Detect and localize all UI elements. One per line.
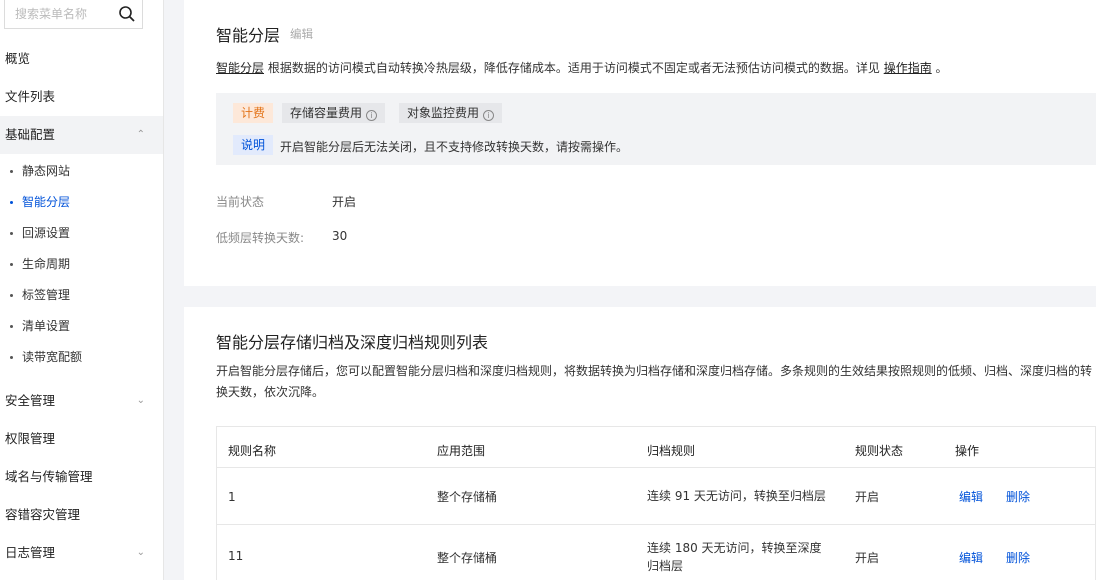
monitor-fee-tag[interactable]: 对象监控费用 i (399, 103, 503, 123)
rule-name: 11 (228, 549, 244, 563)
delete-rule-button[interactable]: 删除 (1006, 488, 1030, 505)
desc-end: 。 (935, 61, 948, 75)
info-icon[interactable]: i (483, 110, 495, 121)
edit-rule-button[interactable]: 编辑 (959, 549, 983, 566)
table-header: 规则名称 应用范围 归档规则 规则状态 操作 (217, 427, 1095, 468)
rule-archive: 连续 180 天无访问，转换至深度归档层 (647, 541, 822, 573)
column-header-status: 规则状态 (855, 444, 904, 458)
delete-rule-button[interactable]: 删除 (1006, 549, 1030, 566)
search-icon[interactable] (118, 5, 136, 23)
edit-rule-button[interactable]: 编辑 (959, 488, 983, 505)
sidebar-subitem-label: 生命周期 (22, 257, 71, 271)
sidebar-item-permission[interactable]: 权限管理 (0, 420, 163, 458)
tiering-desc-text: 根据数据的访问模式自动转换冷热层级，降低存储成本。适用于访问模式不固定或者无法预… (267, 61, 880, 75)
sidebar-subitem-lifecycle[interactable]: 生命周期 (0, 249, 163, 280)
days-label: 低频层转换天数: (216, 231, 305, 245)
sidebar-subitem-label: 回源设置 (22, 226, 71, 240)
sidebar-subitem-static-site[interactable]: 静态网站 (0, 156, 163, 187)
guide-link[interactable]: 操作指南 (884, 61, 932, 75)
menu-search-box (4, 0, 143, 29)
sidebar-subitem-label: 静态网站 (22, 164, 71, 178)
sidebar-subitem-label: 标签管理 (22, 288, 71, 302)
sidebar: 概览 文件列表 基础配置 ⌃ 静态网站 智能分层 回源设置 生命周期 标签管理 … (0, 0, 164, 580)
tiering-description: 智能分层 根据数据的访问模式自动转换冷热层级，降低存储成本。适用于访问模式不固定… (216, 59, 948, 76)
column-header-name: 规则名称 (228, 444, 277, 458)
sidebar-item-label: 基础配置 (5, 127, 56, 142)
sidebar-item-log[interactable]: 日志管理 ⌄ (0, 534, 163, 572)
status-value: 开启 (332, 195, 357, 209)
rules-description: 开启智能分层存储后，您可以配置智能分层归档和深度归档规则，将数据转换为归档存储和… (216, 364, 1093, 399)
bullet-icon (10, 294, 13, 297)
monitor-fee-label: 对象监控费用 (407, 106, 480, 120)
billing-tag: 计费 (233, 103, 274, 123)
chevron-down-icon: ⌄ (136, 547, 145, 558)
column-header-rule: 归档规则 (647, 444, 696, 458)
sidebar-item-label: 安全管理 (5, 393, 56, 408)
sidebar-subitem-bandwidth[interactable]: 读带宽配额 (0, 342, 163, 373)
tiering-panel: 智能分层 编辑 智能分层 根据数据的访问模式自动转换冷热层级，降低存储成本。适用… (184, 0, 1096, 286)
tiering-doc-link[interactable]: 智能分层 (216, 61, 264, 75)
bullet-icon (10, 263, 13, 266)
days-value: 30 (332, 229, 348, 243)
sidebar-subitem-inventory[interactable]: 清单设置 (0, 311, 163, 342)
sidebar-item-security[interactable]: 安全管理 ⌄ (0, 382, 163, 420)
sidebar-item-basic-config[interactable]: 基础配置 ⌃ (0, 116, 163, 154)
rule-status: 开启 (855, 551, 880, 565)
rule-scope: 整个存储桶 (437, 490, 498, 504)
tiering-edit-link[interactable]: 编辑 (290, 26, 313, 42)
storage-fee-label: 存储容量费用 (290, 106, 363, 120)
sidebar-subitem-label: 智能分层 (22, 195, 71, 209)
chevron-up-icon: ⌃ (136, 129, 145, 140)
bullet-icon (10, 170, 13, 173)
status-label: 当前状态 (216, 195, 265, 209)
rules-table: 规则名称 应用范围 归档规则 规则状态 操作 1 整个存储桶 连续 91 天无访… (216, 426, 1096, 580)
info-tag: 说明 (233, 135, 274, 155)
notice-box: 计费 存储容量费用 i 对象监控费用 i 说明 开启智能分层后无法关闭，且不支持修改… (216, 93, 1096, 165)
rule-name: 1 (228, 490, 236, 504)
rules-panel: 智能分层存储归档及深度归档规则列表 开启智能分层存储后，您可以配置智能分层归档和… (184, 307, 1096, 580)
notice-text: 开启智能分层后无法关闭，且不支持修改转换天数，请按需操作。 (280, 140, 629, 154)
sidebar-item-disaster[interactable]: 容错容灾管理 (0, 496, 163, 534)
sidebar-subitem-origin[interactable]: 回源设置 (0, 218, 163, 249)
bullet-icon (10, 325, 13, 328)
table-row: 11 整个存储桶 连续 180 天无访问，转换至深度归档层 开启 编辑 删除 (217, 525, 1095, 580)
rule-scope: 整个存储桶 (437, 551, 498, 565)
sidebar-item-domain[interactable]: 域名与传输管理 (0, 458, 163, 496)
rules-title: 智能分层存储归档及深度归档规则列表 (216, 333, 489, 352)
sidebar-subitem-label: 清单设置 (22, 319, 71, 333)
column-header-ops: 操作 (955, 444, 980, 458)
tiering-title: 智能分层 (216, 26, 281, 45)
sidebar-subitem-tags[interactable]: 标签管理 (0, 280, 163, 311)
menu-search-input[interactable] (5, 0, 113, 28)
sidebar-item-file-list[interactable]: 文件列表 (0, 78, 163, 116)
rule-archive: 连续 91 天无访问，转换至归档层 (647, 489, 826, 503)
storage-fee-tag[interactable]: 存储容量费用 i (282, 103, 386, 123)
table-row: 1 整个存储桶 连续 91 天无访问，转换至归档层 开启 编辑 删除 (217, 468, 1095, 525)
rule-status: 开启 (855, 490, 880, 504)
bullet-icon (10, 356, 13, 359)
bullet-icon (10, 201, 13, 204)
sidebar-item-label: 日志管理 (5, 545, 56, 560)
info-icon[interactable]: i (366, 110, 378, 121)
sidebar-item-overview[interactable]: 概览 (0, 40, 163, 78)
chevron-down-icon: ⌄ (136, 395, 145, 406)
sidebar-subitem-intelligent-tiering[interactable]: 智能分层 (0, 187, 163, 218)
column-header-scope: 应用范围 (437, 444, 486, 458)
bullet-icon (10, 232, 13, 235)
sidebar-subitem-label: 读带宽配额 (22, 350, 83, 364)
